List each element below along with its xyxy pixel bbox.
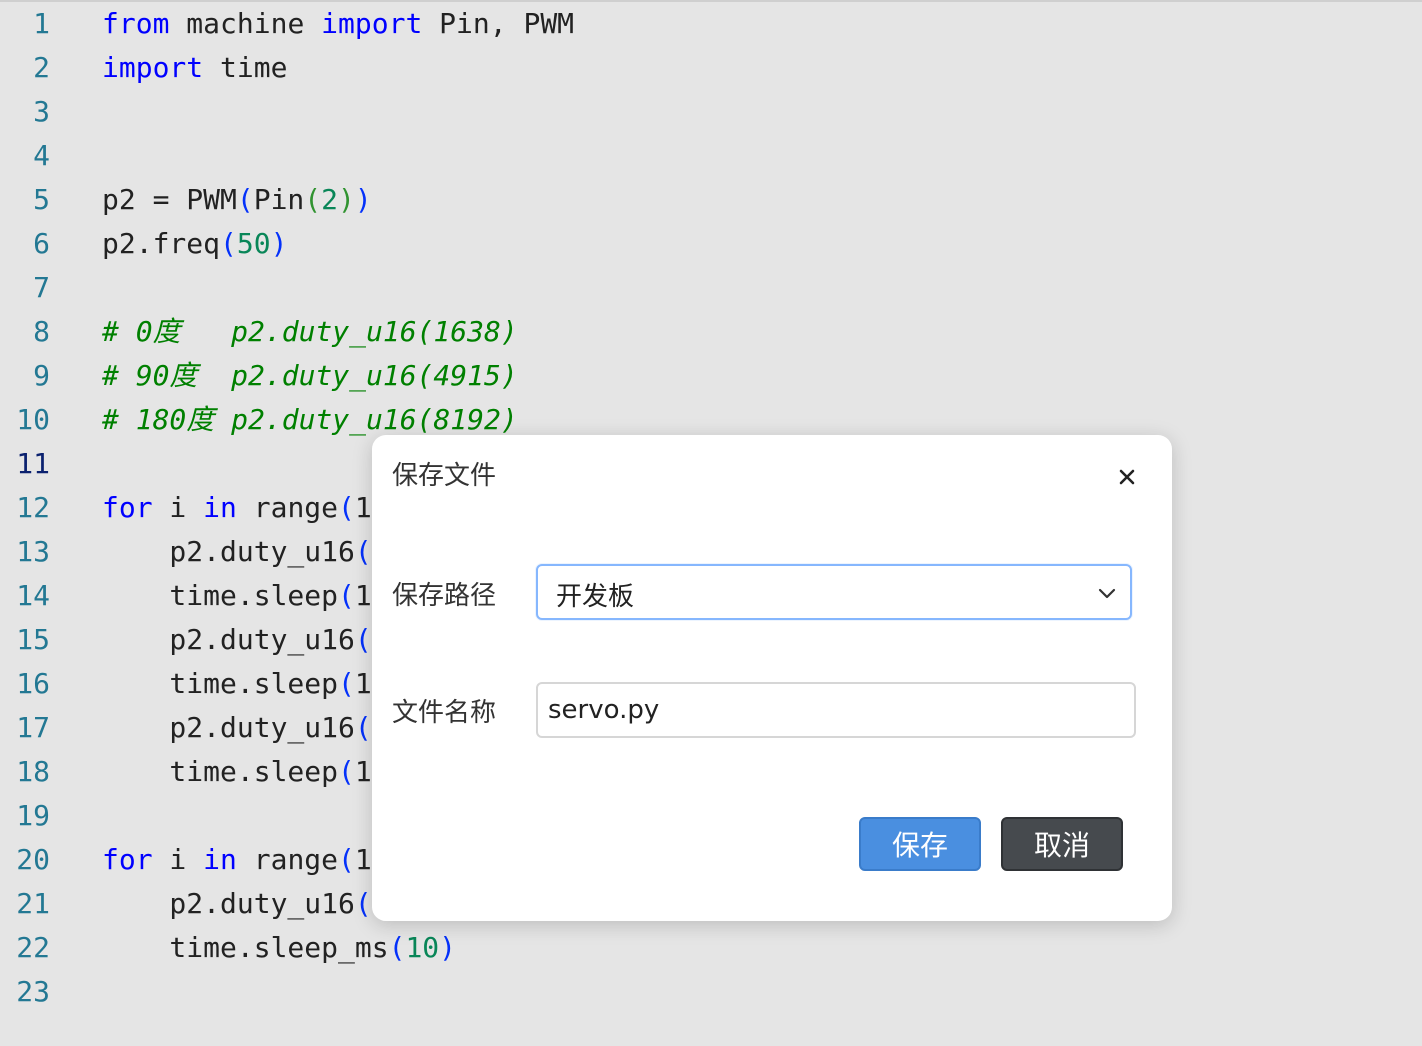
file-name-field: [536, 682, 1136, 738]
save-button[interactable]: 保存: [859, 817, 981, 871]
file-name-input[interactable]: [538, 684, 1134, 736]
save-path-label: 保存路径: [392, 581, 497, 611]
chevron-down-icon: [1098, 588, 1116, 599]
dialog-title: 保存文件: [392, 461, 497, 491]
save-file-dialog: 保存文件 保存路径 开发板 文件名称 保存 取消: [372, 435, 1172, 921]
cancel-button[interactable]: 取消: [1001, 817, 1123, 871]
close-icon-graphic: [1119, 469, 1135, 485]
close-icon[interactable]: [1112, 461, 1144, 493]
save-path-select[interactable]: 开发板: [536, 564, 1132, 620]
save-path-value: 开发板: [556, 582, 635, 612]
modal-backdrop: 保存文件 保存路径 开发板 文件名称 保存 取消: [0, 0, 1422, 1046]
file-name-label: 文件名称: [392, 698, 497, 728]
